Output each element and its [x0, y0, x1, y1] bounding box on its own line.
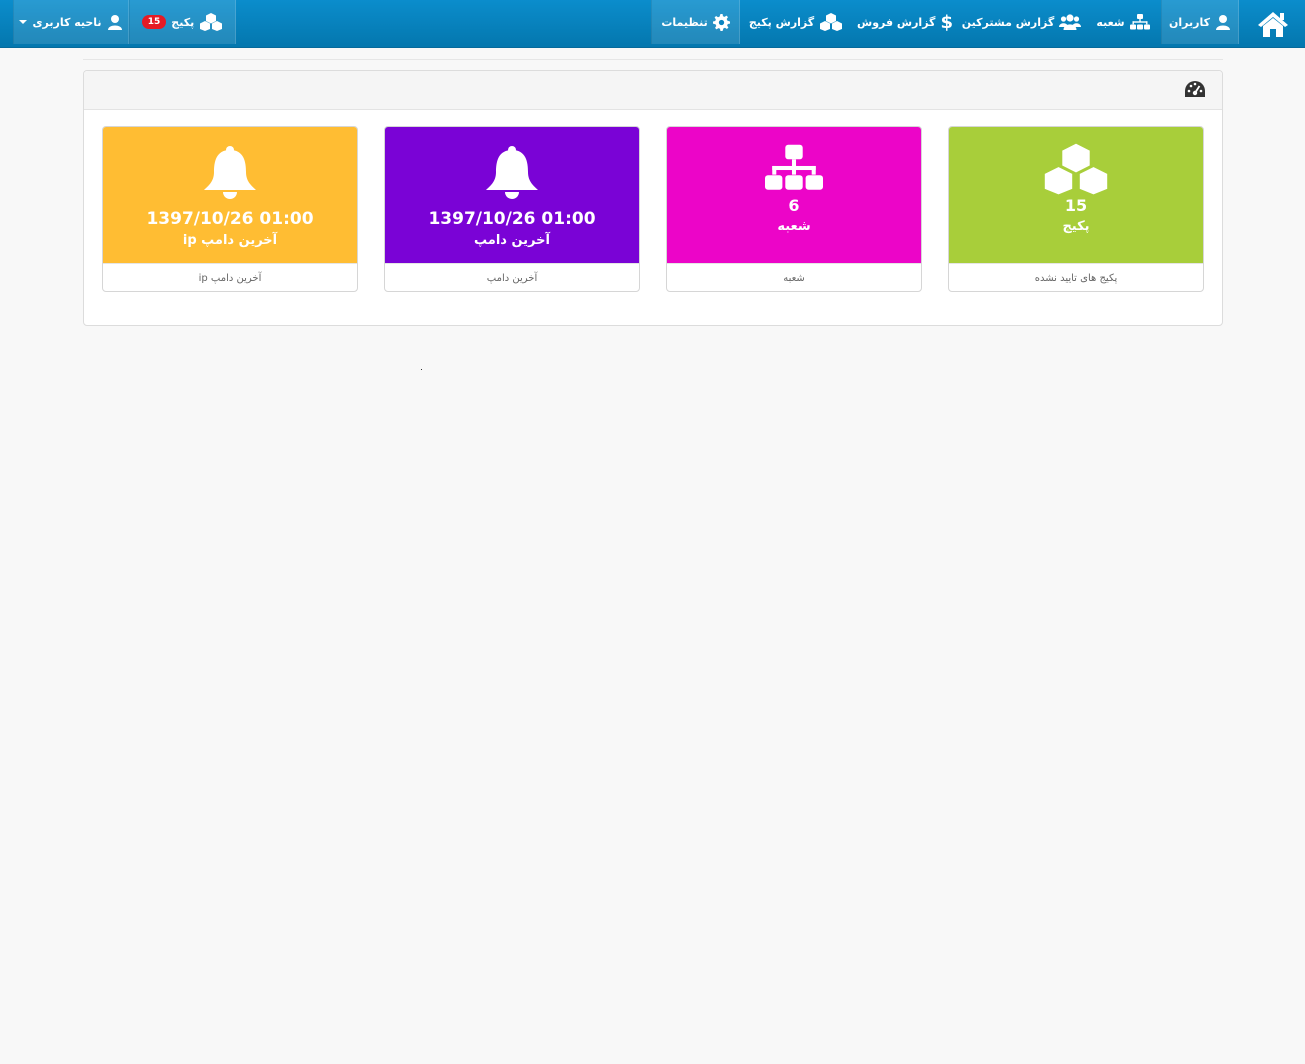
- card-last-dump-ip[interactable]: 1397/10/26 01:00 آخرین دامپ ip آخرین دام…: [102, 126, 358, 292]
- card-last-dump-value: 1397/10/26 01:00: [428, 209, 596, 229]
- card-package-label: پکیج: [1062, 219, 1090, 234]
- bell-icon: [204, 146, 256, 199]
- divider: [83, 59, 1223, 60]
- user-icon: [107, 15, 122, 30]
- nav-subscribers-report-label: گزارش مشترکین: [961, 15, 1055, 29]
- dashboard-panel: 15 پکیج پکیج های تایید نشده 6 شعبه شعبه …: [83, 70, 1223, 326]
- nav-users[interactable]: کاربران: [1161, 0, 1239, 44]
- top-navbar: کاربران شعبه گزارش مشترکین $ گزارش فروش: [0, 0, 1305, 48]
- nav-package-report[interactable]: گزارش پکیج: [740, 0, 852, 44]
- nav-branch-label: شعبه: [1096, 15, 1125, 29]
- users-icon: [1059, 14, 1082, 30]
- card-last-dump-ip-footer: آخرین دامپ ip: [103, 263, 357, 291]
- card-last-dump-label: آخرین دامپ: [474, 233, 550, 248]
- card-branch-top: 6 شعبه: [667, 127, 921, 263]
- caret-down-icon: [19, 20, 28, 24]
- dollar-icon: $: [940, 11, 953, 33]
- card-branch-footer: شعبه: [667, 263, 921, 291]
- sitemap-icon: [765, 144, 823, 190]
- home-icon: [1257, 12, 1288, 37]
- gear-icon: [712, 13, 730, 31]
- home-button[interactable]: [1240, 0, 1305, 48]
- card-branch-value: 6: [788, 196, 800, 215]
- nav-settings[interactable]: تنظیمات: [651, 0, 740, 44]
- bell-icon: [486, 146, 538, 199]
- card-branch-label: شعبه: [777, 219, 811, 234]
- card-package-value: 15: [1064, 196, 1088, 215]
- nav-settings-label: تنظیمات: [661, 15, 708, 29]
- nav-package-label: پکیج: [171, 15, 195, 29]
- user-area-dropdown[interactable]: ناحیه کاربری: [13, 0, 129, 44]
- cubes-icon: [820, 13, 843, 31]
- nav-subscribers-report[interactable]: گزارش مشترکین: [958, 0, 1085, 44]
- nav-sales-report[interactable]: $ گزارش فروش: [852, 0, 958, 44]
- user-area-label: ناحیه کاربری: [32, 15, 102, 29]
- cubes-icon: [1043, 141, 1109, 197]
- nav-package-notifications[interactable]: پکیج 15: [129, 0, 236, 44]
- card-package-top: 15 پکیج: [949, 127, 1203, 263]
- nav-sales-report-label: گزارش فروش: [857, 15, 936, 29]
- nav-branch[interactable]: شعبه: [1085, 0, 1161, 44]
- user-icon: [1216, 15, 1230, 30]
- card-last-dump[interactable]: 1397/10/26 01:00 آخرین دامپ آخرین دامپ: [384, 126, 640, 292]
- dashboard-icon: [1185, 81, 1205, 97]
- package-count-badge: 15: [141, 15, 167, 29]
- card-package[interactable]: 15 پکیج پکیج های تایید نشده: [948, 126, 1204, 292]
- cubes-icon: [200, 13, 223, 31]
- card-last-dump-top: 1397/10/26 01:00 آخرین دامپ: [385, 127, 639, 263]
- card-branch[interactable]: 6 شعبه شعبه: [666, 126, 922, 292]
- stray-dot: [421, 369, 422, 370]
- nav-package-report-label: گزارش پکیج: [748, 15, 815, 29]
- sitemap-icon: [1129, 14, 1150, 30]
- nav-users-label: کاربران: [1169, 15, 1210, 29]
- card-last-dump-footer: آخرین دامپ: [385, 263, 639, 291]
- card-last-dump-ip-top: 1397/10/26 01:00 آخرین دامپ ip: [103, 127, 357, 263]
- panel-header: [84, 71, 1222, 110]
- card-last-dump-ip-label: آخرین دامپ ip: [182, 233, 278, 248]
- card-last-dump-ip-value: 1397/10/26 01:00: [146, 209, 314, 229]
- card-package-footer: پکیج های تایید نشده: [949, 263, 1203, 291]
